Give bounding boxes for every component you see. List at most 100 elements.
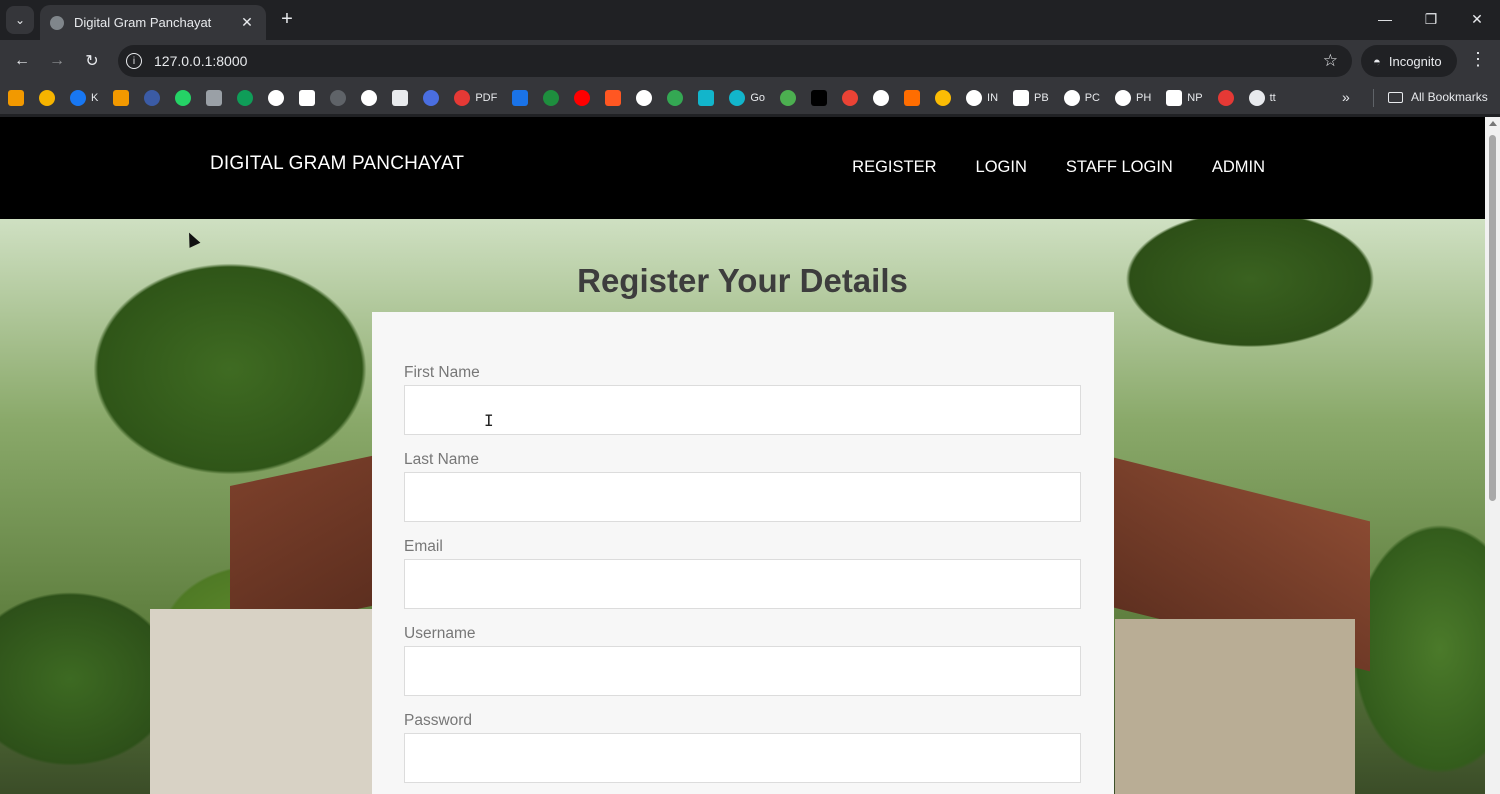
- reload-icon[interactable]: ↻: [80, 49, 104, 73]
- nav-admin-link[interactable]: ADMIN: [1212, 158, 1265, 177]
- address-bar[interactable]: i 127.0.0.1:8000 ☆: [118, 45, 1352, 77]
- last-name-input[interactable]: [404, 472, 1081, 522]
- bookmark-favicon-icon: [8, 90, 24, 106]
- bookmark-favicon-icon: [454, 90, 471, 106]
- bookmark-item[interactable]: [39, 90, 55, 106]
- bookmark-list: K PDF Go IN PB PC PH NP tt: [8, 90, 1291, 106]
- password-input[interactable]: [404, 733, 1081, 783]
- active-tab[interactable]: Digital Gram Panchayat ✕: [40, 5, 266, 40]
- bookmark-item[interactable]: IN: [966, 90, 998, 106]
- bookmark-favicon-icon: [1217, 90, 1234, 106]
- bookmark-item[interactable]: PDF: [454, 90, 497, 106]
- bookmark-item[interactable]: [268, 90, 285, 106]
- bookmark-favicon-icon: [361, 90, 378, 106]
- forward-icon[interactable]: →: [45, 49, 69, 73]
- new-tab-icon[interactable]: +: [276, 8, 298, 30]
- bookmark-item[interactable]: [935, 90, 952, 106]
- bookmark-item[interactable]: [423, 90, 440, 106]
- close-window-icon[interactable]: ✕: [1454, 0, 1500, 38]
- all-bookmarks-button[interactable]: All Bookmarks: [1388, 90, 1488, 104]
- bookmark-item[interactable]: [636, 90, 653, 106]
- scroll-up-arrow-icon[interactable]: [1489, 121, 1497, 126]
- bookmark-item[interactable]: [113, 90, 130, 106]
- bookmark-favicon-icon: [206, 90, 223, 106]
- scrollbar-thumb[interactable]: [1489, 135, 1496, 501]
- minimize-icon[interactable]: —: [1362, 0, 1408, 38]
- window-controls: — ❐ ✕: [1362, 0, 1500, 38]
- site-info-icon[interactable]: i: [126, 53, 142, 69]
- url-text[interactable]: 127.0.0.1:8000: [154, 53, 1323, 69]
- email-input[interactable]: [404, 559, 1081, 609]
- bookmark-item[interactable]: [873, 90, 890, 106]
- bookmark-favicon-icon: [873, 90, 890, 106]
- bookmark-favicon-icon: [636, 90, 653, 106]
- bookmark-item[interactable]: [512, 90, 529, 106]
- bookmark-item[interactable]: [392, 90, 409, 106]
- bookmarks-divider: [1373, 89, 1374, 107]
- house-wall-left: [150, 609, 380, 794]
- more-bookmarks-icon[interactable]: »: [1342, 89, 1350, 105]
- bookmark-item[interactable]: [780, 90, 797, 106]
- bookmark-favicon-icon: [299, 90, 316, 106]
- nav-register-link[interactable]: REGISTER: [852, 158, 936, 177]
- username-input[interactable]: [404, 646, 1081, 696]
- bookmark-favicon-icon: [237, 90, 254, 106]
- bookmark-item[interactable]: [574, 90, 591, 106]
- bookmark-item[interactable]: [206, 90, 223, 106]
- page-scrollbar[interactable]: [1485, 117, 1500, 794]
- bookmark-item[interactable]: [237, 90, 254, 106]
- bookmark-favicon-icon: [574, 90, 591, 106]
- password-label: Password: [404, 712, 473, 729]
- bookmark-favicon-icon: [1248, 90, 1265, 106]
- tab-search-icon[interactable]: ⌄: [6, 6, 34, 34]
- bookmark-item[interactable]: [605, 90, 622, 106]
- back-icon[interactable]: ←: [10, 49, 34, 73]
- browser-toolbar: ← → ↻ i 127.0.0.1:8000 ☆ ◓ Incognito ⋮: [0, 40, 1500, 82]
- bookmark-item[interactable]: [1217, 90, 1234, 106]
- first-name-input[interactable]: [404, 385, 1081, 435]
- bookmark-item[interactable]: [698, 90, 715, 106]
- bookmark-item[interactable]: NP: [1166, 90, 1203, 106]
- bookmark-favicon-icon: [70, 90, 86, 106]
- bookmark-item[interactable]: PH: [1115, 90, 1151, 106]
- first-name-label: First Name: [404, 364, 480, 381]
- bookmark-favicon-icon: [667, 90, 684, 106]
- bookmark-favicon-icon: [811, 90, 828, 106]
- bookmark-item[interactable]: Go: [729, 90, 765, 106]
- bookmark-favicon-icon: [966, 90, 983, 106]
- bookmark-item[interactable]: [842, 90, 859, 106]
- incognito-badge[interactable]: ◓ Incognito: [1361, 45, 1457, 77]
- close-tab-icon[interactable]: ✕: [238, 14, 256, 31]
- kebab-menu-icon[interactable]: ⋮: [1468, 49, 1488, 70]
- nav-login-link[interactable]: LOGIN: [976, 158, 1027, 177]
- bookmark-item[interactable]: [299, 90, 316, 106]
- bookmark-item[interactable]: [543, 90, 560, 106]
- page-viewport: DIGITAL GRAM PANCHAYAT REGISTER LOGIN ST…: [0, 117, 1485, 794]
- bookmark-favicon-icon: [1013, 90, 1030, 106]
- bookmark-favicon-icon: [175, 90, 192, 106]
- bookmark-item[interactable]: PC: [1063, 90, 1100, 106]
- bookmark-label: NP: [1187, 92, 1203, 104]
- restore-icon[interactable]: ❐: [1408, 0, 1454, 38]
- bookmark-item[interactable]: [144, 90, 161, 106]
- bookmark-label: PC: [1084, 92, 1100, 104]
- bookmark-item[interactable]: [330, 90, 347, 106]
- bookmark-favicon-icon: [39, 90, 55, 106]
- house-wall-right: [1115, 619, 1355, 794]
- bookmark-item[interactable]: [361, 90, 378, 106]
- bookmark-item[interactable]: [904, 90, 921, 106]
- bookmark-item[interactable]: K: [70, 90, 98, 106]
- bookmark-item[interactable]: [8, 90, 24, 106]
- bookmark-item[interactable]: tt: [1248, 90, 1276, 106]
- bookmark-favicon-icon: [330, 90, 347, 106]
- last-name-label: Last Name: [404, 451, 479, 468]
- star-icon[interactable]: ☆: [1323, 51, 1338, 71]
- globe-icon: [50, 15, 64, 30]
- bookmark-item[interactable]: PB: [1013, 90, 1049, 106]
- bookmark-item[interactable]: [811, 90, 828, 106]
- nav-staff-login-link[interactable]: STAFF LOGIN: [1066, 158, 1173, 177]
- bookmark-item[interactable]: [667, 90, 684, 106]
- site-logo[interactable]: DIGITAL GRAM PANCHAYAT: [210, 153, 464, 175]
- tab-title: Digital Gram Panchayat: [74, 15, 212, 30]
- bookmark-item[interactable]: [175, 90, 192, 106]
